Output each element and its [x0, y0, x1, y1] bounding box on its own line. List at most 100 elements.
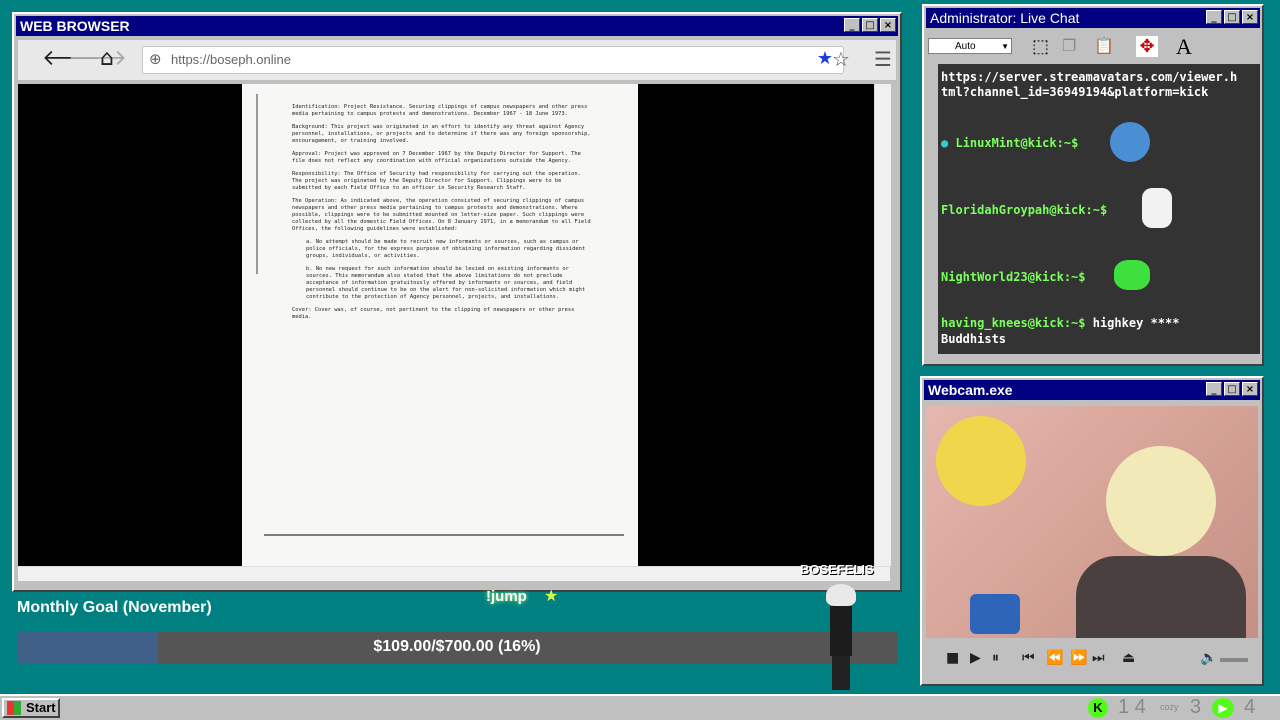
end-count: 4 — [1244, 696, 1256, 718]
horizontal-scrollbar[interactable] — [18, 566, 890, 581]
doc-paragraph: b. No new request for such information s… — [306, 266, 586, 300]
taskbar: Start K 1 4 cozy 3 ▶ 4 — [0, 694, 1280, 720]
chat-title: Administrator: Live Chat — [930, 10, 1080, 26]
browser-window: WEB BROWSER _ □ × 🡐 🡒 ⌂ ⊕ https://boseph… — [12, 12, 902, 592]
move-icon[interactable]: ✥ — [1136, 36, 1158, 57]
home-button[interactable]: ⌂ — [100, 48, 114, 70]
star-icon: ★ — [544, 586, 559, 605]
page-viewport: Identification: Project Resistance. Secu… — [18, 84, 874, 566]
chat-titlebar[interactable]: Administrator: Live Chat _ □ × — [926, 8, 1260, 28]
close-button[interactable]: × — [1242, 10, 1258, 24]
maximize-button[interactable]: □ — [1224, 10, 1240, 24]
minimize-button[interactable]: _ — [1206, 10, 1222, 24]
start-button[interactable]: Start — [2, 698, 60, 718]
address-bar[interactable]: ⊕ https://boseph.online ★ — [142, 46, 844, 74]
font-icon[interactable]: A — [1176, 34, 1192, 60]
play-circle-icon: ▶ — [1212, 698, 1234, 718]
jump-label: !jump — [486, 588, 527, 605]
chat-line: Buddhists — [941, 332, 1007, 346]
webcam-title: Webcam.exe — [928, 382, 1013, 398]
kick-icon: K — [1088, 698, 1108, 718]
browser-navbar: 🡐 🡒 ⌂ ⊕ https://boseph.online ★ ☆ ☰ — [18, 40, 896, 81]
avatar-body — [1076, 556, 1246, 638]
url-text: https://boseph.online — [171, 52, 291, 67]
stream-username: BOSEFELIS — [800, 562, 874, 577]
select-icon[interactable]: ⬚ — [1032, 36, 1049, 57]
streamer-avatar — [824, 584, 858, 692]
minimize-button[interactable]: _ — [1206, 382, 1222, 396]
goal-progress-text: $109.00/$700.00 (16%) — [373, 638, 541, 655]
bookmark-star-icon[interactable]: ★ — [817, 48, 833, 69]
doc-margin-line — [256, 94, 258, 274]
minimize-button[interactable]: _ — [844, 18, 860, 32]
chat-text: highkey **** — [1092, 316, 1180, 330]
favorites-icon[interactable]: ☆ — [832, 48, 850, 70]
chevron-down-icon: ▼ — [1001, 42, 1009, 51]
doc-paragraph: The Operation: As indicated above, the o… — [292, 198, 591, 232]
chat-message: FloridahGroypah@kick:~$ — [941, 203, 1107, 217]
cozy-label: cozy — [1160, 702, 1179, 712]
windows-logo-icon — [7, 701, 21, 715]
chat-message: having_knees@kick:~$ highkey **** — [941, 316, 1179, 330]
font-select-value: Auto — [955, 41, 976, 52]
volume-icon[interactable]: 🔈 — [1200, 650, 1217, 666]
mug — [970, 594, 1020, 634]
chat-messages: https://server.streamavatars.com/viewer.… — [938, 64, 1260, 354]
globe-icon: ⊕ — [149, 50, 162, 68]
stop-icon[interactable]: ■ — [946, 650, 959, 666]
mid-count: 3 — [1190, 696, 1202, 718]
plush-toy — [936, 416, 1026, 506]
fast-forward-icon[interactable]: ⏩ — [1070, 650, 1087, 666]
doc-paragraph: Responsibility: The Office of Security h… — [292, 171, 581, 191]
avatar — [1110, 122, 1150, 162]
start-label: Start — [26, 700, 56, 715]
menu-icon[interactable]: ☰ — [874, 48, 892, 70]
chat-toolbar: Auto ▼ ⬚ ❐ 📋 ✥ A — [928, 30, 1258, 60]
avatar — [1114, 260, 1150, 290]
webcam-window: Webcam.exe _ □ × ■ ▶ ⏸ ⏮ ⏪ ⏩ ⏭ ⏏ 🔈 — [920, 376, 1264, 686]
chat-username: FloridahGroypah@kick:~$ — [941, 203, 1108, 217]
doc-paragraph: a. No attempt should be made to recruit … — [306, 239, 586, 259]
copy-icon[interactable]: ❐ — [1062, 36, 1076, 56]
chat-username: NightWorld23@kick:~$ — [941, 270, 1086, 284]
chat-username: LinuxMint@kick:~$ — [955, 136, 1079, 150]
goal-progress-bar: $109.00/$700.00 (16%) — [17, 632, 897, 664]
rewind-icon[interactable]: ⏪ — [1046, 650, 1063, 666]
doc-paragraph: Identification: Project Resistance. Secu… — [292, 104, 588, 117]
webcam-feed — [926, 406, 1258, 638]
maximize-button[interactable]: □ — [862, 18, 878, 32]
media-controls: ■ ▶ ⏸ ⏮ ⏪ ⏩ ⏭ ⏏ 🔈 — [926, 642, 1258, 680]
chat-window: Administrator: Live Chat _ □ × Auto ▼ ⬚ … — [922, 4, 1264, 366]
paste-icon[interactable]: 📋 — [1094, 36, 1114, 56]
close-button[interactable]: × — [880, 18, 896, 32]
webcam-titlebar[interactable]: Webcam.exe _ □ × — [924, 380, 1260, 400]
vertical-scrollbar[interactable] — [874, 84, 891, 566]
chat-line: https://server.streamavatars.com/viewer.… — [941, 70, 1238, 84]
chat-message: ● LinuxMint@kick:~$ — [941, 136, 1078, 150]
browser-title: WEB BROWSER — [20, 18, 130, 34]
chat-username: having_knees@kick:~$ — [941, 316, 1086, 330]
avatar-legs — [832, 656, 850, 690]
skip-back-icon[interactable]: ⏮ — [1022, 650, 1035, 666]
avatar-body — [830, 606, 852, 656]
doc-paragraph: Approval: Project was approved on 7 Dece… — [292, 151, 581, 164]
avatar-hair — [826, 584, 856, 606]
chat-line: tml?channel_id=36949194&platform=kick — [941, 85, 1209, 99]
verified-icon: ● — [941, 136, 949, 150]
document-page: Identification: Project Resistance. Secu… — [242, 84, 638, 566]
doc-paragraph: Background: This project was originated … — [292, 124, 591, 144]
document-text: Identification: Project Resistance. Secu… — [292, 104, 592, 327]
avatar-head — [1106, 446, 1216, 556]
pause-icon[interactable]: ⏸ — [992, 650, 999, 666]
maximize-button[interactable]: □ — [1224, 382, 1240, 396]
avatar — [1142, 188, 1172, 228]
forward-button[interactable]: 🡒 — [68, 48, 127, 70]
doc-rule — [264, 534, 624, 536]
font-select[interactable]: Auto ▼ — [928, 38, 1012, 54]
volume-slider[interactable] — [1220, 658, 1248, 662]
close-button[interactable]: × — [1242, 382, 1258, 396]
skip-forward-icon[interactable]: ⏭ — [1092, 650, 1105, 666]
browser-titlebar[interactable]: WEB BROWSER _ □ × — [16, 16, 898, 36]
play-icon[interactable]: ▶ — [970, 650, 981, 666]
eject-icon[interactable]: ⏏ — [1122, 650, 1135, 666]
